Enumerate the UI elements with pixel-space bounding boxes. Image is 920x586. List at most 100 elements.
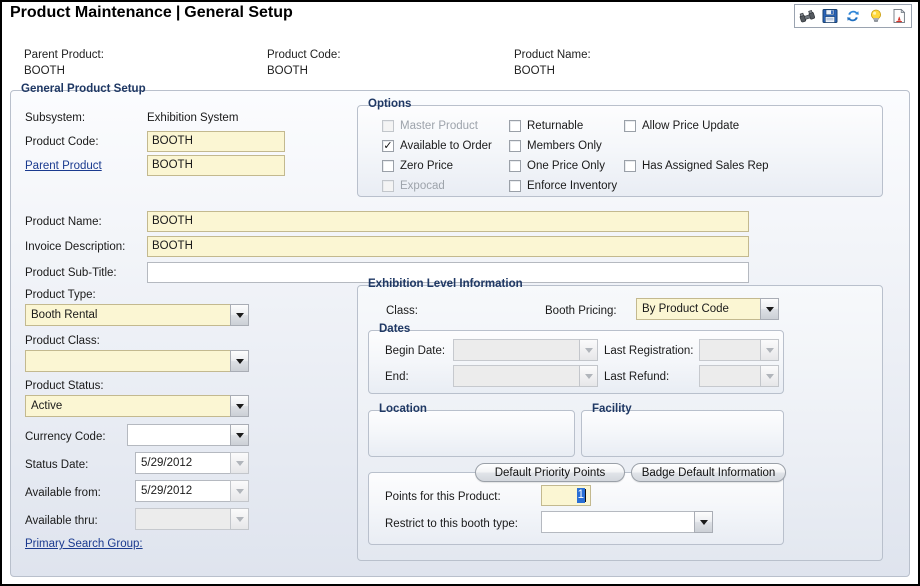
tab-label: Default Priority Points xyxy=(495,467,606,479)
end-date-dropdown-button xyxy=(579,365,598,387)
end-date-value xyxy=(453,365,579,387)
product-class-select[interactable] xyxy=(25,350,249,372)
options-legend: Options xyxy=(365,98,415,110)
restrict-booth-type-label: Restrict to this booth type: xyxy=(385,517,518,531)
restrict-booth-type-select[interactable] xyxy=(541,511,713,533)
checkbox-returnable[interactable]: Returnable xyxy=(509,120,583,132)
checkbox-one-price-only[interactable]: One Price Only xyxy=(509,160,605,172)
checkbox-master-product: Master Product xyxy=(382,120,478,132)
points-for-product-input[interactable]: 1 xyxy=(541,485,591,506)
checkbox-available-to-order[interactable]: ✓ Available to Order xyxy=(382,140,492,152)
checkbox-box xyxy=(382,120,394,132)
restrict-booth-type-dropdown-button[interactable] xyxy=(694,511,713,533)
product-type-dropdown-button[interactable] xyxy=(230,304,249,326)
subsystem-label: Subsystem: xyxy=(25,111,85,125)
product-name-input[interactable]: BOOTH xyxy=(147,211,749,232)
booth-pricing-dropdown-button[interactable] xyxy=(760,298,779,320)
product-code-value: BOOTH xyxy=(152,134,193,149)
invoice-description-input[interactable]: BOOTH xyxy=(147,236,749,257)
chevron-down-icon xyxy=(585,374,593,379)
facility-panel: Facility xyxy=(581,410,784,457)
lightbulb-icon[interactable] xyxy=(868,8,884,24)
checkbox-allow-price-update[interactable]: Allow Price Update xyxy=(624,120,739,132)
checkbox-box[interactable] xyxy=(509,180,521,192)
general-product-setup-panel: General Product Setup Subsystem: Exhibit… xyxy=(10,90,910,577)
checkbox-label: Available to Order xyxy=(400,140,492,152)
status-date-input[interactable]: 5/29/2012 xyxy=(135,452,249,474)
product-subtitle-label: Product Sub-Title: xyxy=(25,266,117,280)
product-maintenance-window: Product Maintenance|General Setup xyxy=(0,0,920,586)
begin-date-input xyxy=(453,339,598,361)
checkbox-zero-price[interactable]: Zero Price xyxy=(382,160,453,172)
end-date-input xyxy=(453,365,598,387)
checkbox-expocad: Expocad xyxy=(382,180,445,192)
checkbox-label: One Price Only xyxy=(527,160,605,172)
general-product-setup-legend: General Product Setup xyxy=(18,83,150,95)
checkbox-box[interactable] xyxy=(624,120,636,132)
product-status-select[interactable]: Active xyxy=(25,395,249,417)
checkbox-box[interactable] xyxy=(624,160,636,172)
product-code-label: Product Code: xyxy=(25,135,99,149)
currency-code-select[interactable] xyxy=(127,424,249,446)
checkbox-members-only[interactable]: Members Only xyxy=(509,140,602,152)
points-for-product-value: 1 xyxy=(577,488,585,503)
product-type-value: Booth Rental xyxy=(25,304,230,326)
checkbox-box[interactable] xyxy=(509,160,521,172)
checkbox-box[interactable]: ✓ xyxy=(382,140,394,152)
booth-pricing-value: By Product Code xyxy=(636,298,760,320)
report-icon[interactable] xyxy=(891,8,907,24)
available-from-dropdown-button xyxy=(230,480,249,502)
currency-code-dropdown-button[interactable] xyxy=(230,424,249,446)
status-date-label: Status Date: xyxy=(25,458,88,472)
product-name-label: Product Name: xyxy=(25,215,102,229)
product-status-dropdown-button[interactable] xyxy=(230,395,249,417)
checkbox-has-assigned-sales-rep[interactable]: Has Assigned Sales Rep xyxy=(624,160,769,172)
booth-pricing-select[interactable]: By Product Code xyxy=(636,298,779,320)
checkbox-label: Expocad xyxy=(400,180,445,192)
refresh-icon[interactable] xyxy=(845,8,861,24)
summary-product-code-label: Product Code: xyxy=(267,48,341,63)
product-type-select[interactable]: Booth Rental xyxy=(25,304,249,326)
summary-product-name-value: BOOTH xyxy=(514,63,591,79)
page-title: Product Maintenance|General Setup xyxy=(10,4,293,22)
checkbox-label: Zero Price xyxy=(400,160,453,172)
exhibition-legend: Exhibition Level Information xyxy=(365,278,527,290)
summary-product-code: Product Code: BOOTH xyxy=(267,48,341,79)
dates-panel: Dates Begin Date: Last Registration: End… xyxy=(368,330,784,394)
title-bar: Product Maintenance|General Setup xyxy=(2,2,918,28)
checkbox-box[interactable] xyxy=(509,140,521,152)
points-for-product-label: Points for this Product: xyxy=(385,490,501,504)
checkbox-label: Has Assigned Sales Rep xyxy=(642,160,769,172)
product-class-dropdown-button[interactable] xyxy=(230,350,249,372)
parent-product-input[interactable]: BOOTH xyxy=(147,155,285,176)
last-refund-dropdown-button xyxy=(760,365,779,387)
checkbox-box[interactable] xyxy=(382,160,394,172)
tab-default-priority-points[interactable]: Default Priority Points xyxy=(475,463,625,482)
available-from-input[interactable]: 5/29/2012 xyxy=(135,480,249,502)
facility-legend: Facility xyxy=(589,403,636,415)
exhibition-level-information-panel: Exhibition Level Information Class: Boot… xyxy=(357,285,883,561)
chevron-down-icon xyxy=(766,348,774,353)
binoculars-icon[interactable] xyxy=(799,8,815,24)
summary-product-name-label: Product Name: xyxy=(514,48,591,63)
location-panel: Location xyxy=(368,410,575,457)
checkbox-box xyxy=(382,180,394,192)
dates-legend: Dates xyxy=(376,323,414,335)
primary-search-group-link[interactable]: Primary Search Group: xyxy=(25,537,143,551)
product-code-input[interactable]: BOOTH xyxy=(147,131,285,152)
available-thru-label: Available thru: xyxy=(25,514,98,528)
begin-date-dropdown-button xyxy=(579,339,598,361)
page-title-separator: | xyxy=(172,4,184,21)
save-icon[interactable] xyxy=(822,8,838,24)
invoice-description-value: BOOTH xyxy=(152,239,193,254)
currency-code-value xyxy=(127,424,230,446)
tab-badge-default-information[interactable]: Badge Default Information xyxy=(631,463,786,482)
last-registration-input xyxy=(699,339,779,361)
chevron-down-icon xyxy=(236,517,244,522)
subsystem-value: Exhibition System xyxy=(147,111,238,125)
checkbox-enforce-inventory[interactable]: Enforce Inventory xyxy=(509,180,617,192)
checkbox-box[interactable] xyxy=(509,120,521,132)
parent-product-link[interactable]: Parent Product xyxy=(25,159,102,173)
parent-product-value: BOOTH xyxy=(152,158,193,173)
record-summary: Parent Product: BOOTH Product Code: BOOT… xyxy=(2,48,918,84)
